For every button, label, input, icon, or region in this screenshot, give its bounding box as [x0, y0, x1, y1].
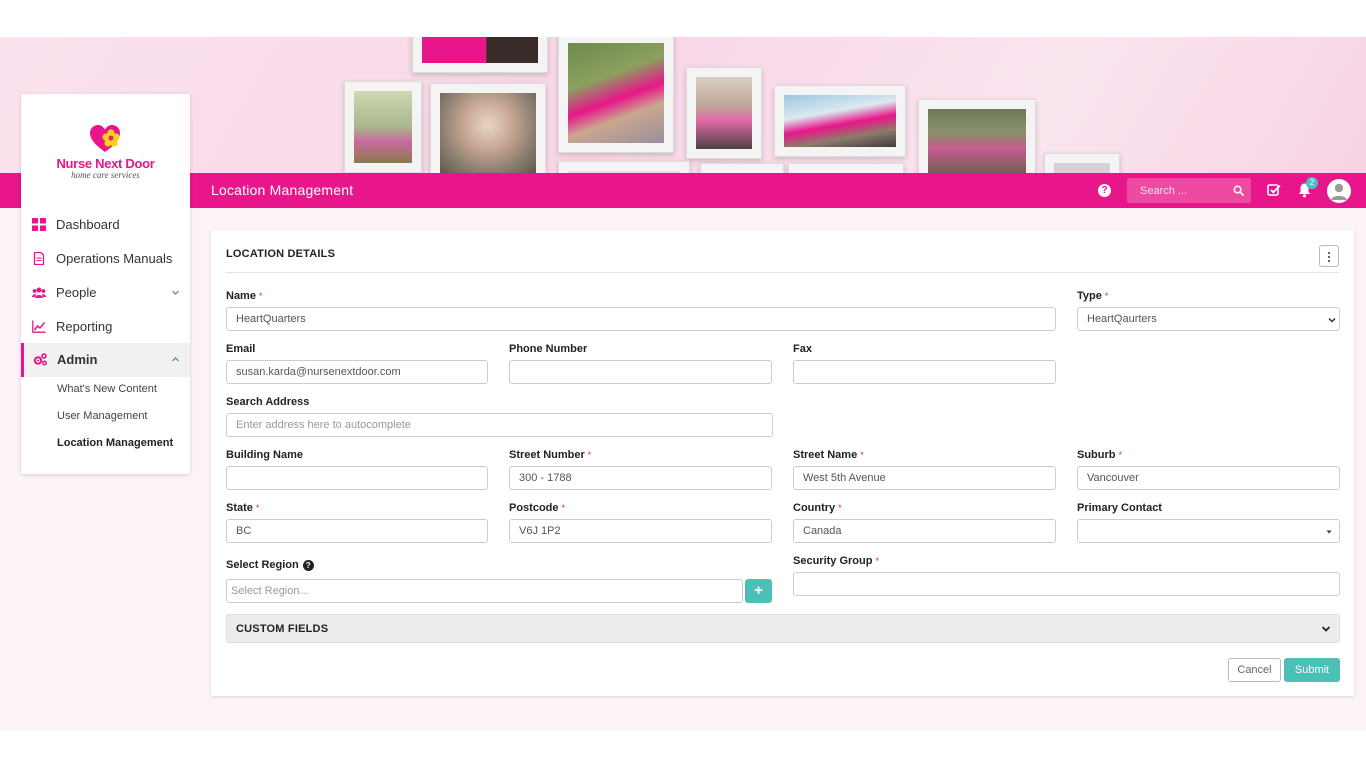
street-name-field[interactable]: West 5th Avenue: [793, 466, 1056, 490]
sidebar-item-label: Admin: [57, 352, 98, 367]
state-field[interactable]: BC: [226, 519, 488, 543]
search-input[interactable]: [1127, 178, 1227, 203]
user-avatar[interactable]: [1327, 179, 1351, 203]
dashboard-grid-icon: [32, 218, 46, 231]
phone-field[interactable]: [509, 360, 772, 384]
more-options-button[interactable]: [1319, 245, 1339, 267]
chevron-down-icon: [1321, 626, 1331, 632]
postcode-field[interactable]: V6J 1P2: [509, 519, 772, 543]
sidebar-item-label: Operations Manuals: [56, 251, 173, 266]
street-number-label: Street Number *: [509, 449, 592, 461]
search-address-label: Search Address: [226, 396, 310, 408]
custom-fields-label: CUSTOM FIELDS: [236, 623, 329, 635]
cancel-button[interactable]: Cancel: [1228, 658, 1281, 682]
sidebar-subitem-whats-new[interactable]: What's New Content: [57, 383, 157, 395]
sidebar-subitem-location-management[interactable]: Location Management: [57, 437, 173, 449]
question-circle-icon[interactable]: ?: [302, 560, 314, 571]
header-banner: [0, 37, 1366, 173]
tasks-check-icon[interactable]: [1267, 183, 1281, 197]
photo-frame: [700, 163, 784, 173]
street-name-label: Street Name *: [793, 449, 864, 461]
search-icon[interactable]: [1233, 185, 1244, 196]
email-label: Email: [226, 343, 256, 355]
sidebar-item-admin[interactable]: Admin: [21, 343, 190, 377]
logo-heart-icon: [90, 125, 120, 152]
section-title: LOCATION DETAILS: [226, 248, 336, 260]
notification-badge: 2: [1306, 177, 1318, 189]
fax-label: Fax: [793, 343, 812, 355]
photo-frame: [430, 83, 546, 173]
security-group-label: Security Group *: [793, 555, 879, 567]
search-address-field[interactable]: Enter address here to autocomplete: [226, 413, 773, 437]
top-navigation-bar: Location Management ? 2: [0, 173, 1366, 208]
photo-frame: [918, 99, 1036, 173]
app-page: Location Management ? 2: [0, 37, 1366, 731]
brand-tagline: home care services: [71, 170, 140, 180]
sidebar-item-label: Dashboard: [56, 217, 120, 232]
sidebar-item-operations-manuals[interactable]: Operations Manuals: [21, 242, 190, 275]
suburb-field[interactable]: Vancouver: [1077, 466, 1340, 490]
photo-frame: [558, 37, 674, 153]
section-divider: [226, 272, 1339, 273]
primary-contact-label: Primary Contact: [1077, 502, 1162, 514]
photo-frame: [788, 163, 904, 173]
kebab-dot: [1328, 256, 1330, 258]
sidebar-item-dashboard[interactable]: Dashboard: [21, 208, 190, 241]
email-field[interactable]: susan.karda@nursenextdoor.com: [226, 360, 488, 384]
chevron-up-icon: [172, 357, 179, 362]
chart-line-icon: [32, 320, 46, 333]
country-field[interactable]: Canada: [793, 519, 1056, 543]
photo-frame: [686, 67, 762, 159]
submit-button[interactable]: Submit: [1284, 658, 1340, 682]
name-field[interactable]: HeartQuarters: [226, 307, 1056, 331]
sidebar-item-reporting[interactable]: Reporting: [21, 310, 190, 343]
name-label: Name *: [226, 290, 263, 302]
security-group-field[interactable]: [793, 572, 1340, 596]
document-icon: [33, 252, 45, 265]
caret-down-icon: [1326, 530, 1332, 534]
primary-contact-select[interactable]: [1077, 519, 1340, 543]
gears-icon: [33, 353, 47, 366]
sidebar: Nurse Next Door home care services Dashb…: [21, 94, 190, 474]
photo-frame: [1044, 153, 1120, 173]
chevron-down-icon: [172, 290, 179, 295]
sidebar-item-label: Reporting: [56, 319, 113, 334]
building-name-field[interactable]: [226, 466, 488, 490]
type-label: Type *: [1077, 290, 1109, 302]
building-name-label: Building Name: [226, 449, 304, 461]
photo-frame: [344, 81, 422, 173]
people-icon: [32, 287, 46, 298]
phone-label: Phone Number: [509, 343, 588, 355]
global-search: [1127, 178, 1251, 203]
sidebar-item-label: People: [56, 285, 97, 300]
help-icon[interactable]: ?: [1098, 184, 1111, 197]
brand-name: Nurse Next Door: [56, 156, 155, 171]
chevron-down-icon: [1328, 317, 1336, 323]
location-details-card: LOCATION DETAILS Name * HeartQuarters Typ…: [211, 230, 1354, 696]
photo-frame: [774, 85, 906, 157]
suburb-label: Suburb *: [1077, 449, 1123, 461]
sidebar-item-people[interactable]: People: [21, 276, 190, 309]
sidebar-subitem-user-management[interactable]: User Management: [57, 410, 148, 422]
custom-fields-accordion[interactable]: CUSTOM FIELDS: [226, 614, 1340, 643]
select-region-field[interactable]: Select Region...: [226, 579, 743, 603]
state-label: State *: [226, 502, 260, 514]
brand-logo: Nurse Next Door home care services: [21, 94, 190, 208]
avatar-user-icon: [1331, 183, 1347, 200]
photo-frame: [558, 161, 690, 173]
street-number-field[interactable]: 300 - 1788: [509, 466, 772, 490]
country-label: Country *: [793, 502, 842, 514]
kebab-dot: [1328, 252, 1330, 254]
postcode-label: Postcode *: [509, 502, 566, 514]
type-select[interactable]: HeartQaurters: [1077, 307, 1340, 331]
kebab-dot: [1328, 260, 1330, 262]
add-region-button[interactable]: +: [745, 579, 772, 603]
photo-frame: [412, 37, 548, 73]
page-title: Location Management: [211, 182, 354, 198]
fax-field[interactable]: [793, 360, 1056, 384]
select-region-label: Select Region?: [226, 559, 314, 571]
